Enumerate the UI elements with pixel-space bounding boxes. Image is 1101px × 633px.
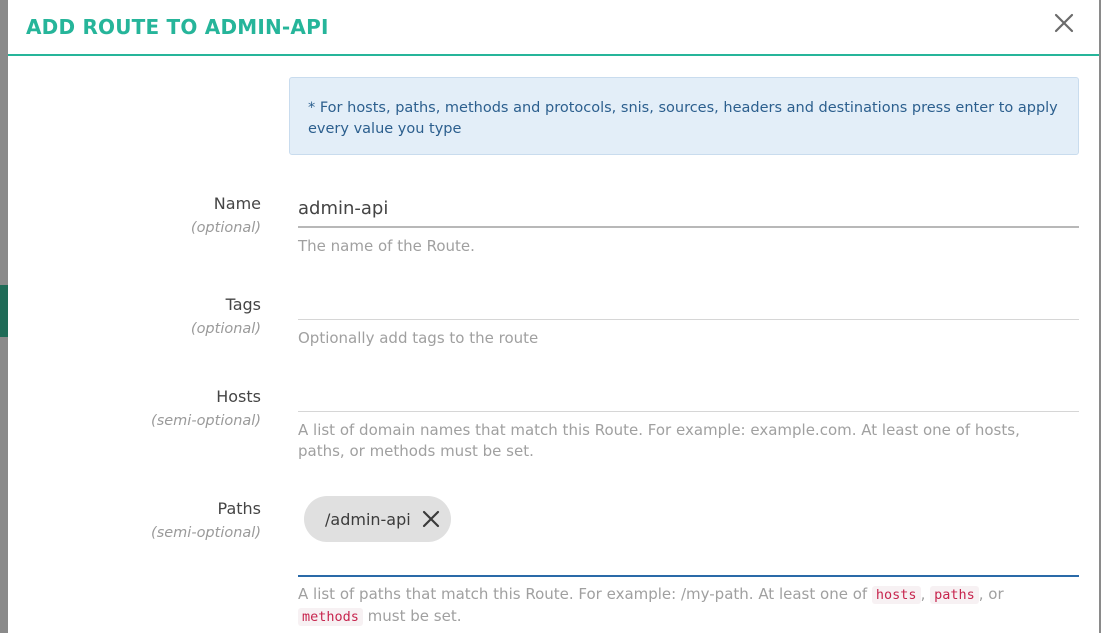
- hosts-sublabel: (semi-optional): [151, 413, 261, 429]
- tags-help-text: Optionally add tags to the route: [298, 329, 539, 347]
- code-methods: methods: [298, 608, 363, 626]
- tags-sublabel: (optional): [190, 321, 261, 337]
- paths-input-underline: [298, 575, 1079, 577]
- name-sublabel: (optional): [190, 220, 261, 236]
- code-hosts: hosts: [871, 586, 921, 604]
- info-notice: * For hosts, paths, methods and protocol…: [289, 77, 1079, 155]
- paths-field-wrapper: [298, 545, 1079, 575]
- hosts-input-underline: [298, 411, 1079, 412]
- paths-help-prefix: A list of paths that match this Route. F…: [298, 585, 872, 603]
- name-input[interactable]: [298, 193, 1079, 223]
- paths-label: Paths: [217, 499, 261, 518]
- path-chip: /admin-api: [304, 496, 451, 542]
- tags-input-underline: [298, 319, 1079, 320]
- hosts-field-wrapper: [298, 380, 1079, 410]
- hosts-help-text: A list of domain names that match this R…: [298, 421, 1020, 460]
- close-icon: [1054, 13, 1074, 33]
- hosts-input[interactable]: [298, 380, 1079, 410]
- paths-help-sep-1: ,: [920, 585, 931, 603]
- paths-help-text: A list of paths that match this Route. F…: [298, 584, 1068, 628]
- tags-label: Tags: [225, 295, 261, 314]
- close-button[interactable]: [1050, 9, 1078, 37]
- paths-help-sep-2: , or: [978, 585, 1004, 603]
- paths-sublabel: (semi-optional): [151, 525, 261, 541]
- name-help-text: The name of the Route.: [298, 237, 475, 255]
- path-chip-label: /admin-api: [325, 509, 411, 529]
- add-route-modal: ADD ROUTE TO ADMIN-API * For hosts, path…: [8, 0, 1099, 633]
- tags-field-wrapper: [298, 288, 1079, 318]
- paths-input[interactable]: [298, 545, 1079, 575]
- hosts-label: Hosts: [216, 387, 261, 406]
- name-label: Name: [213, 194, 261, 213]
- name-input-underline: [298, 226, 1079, 228]
- name-field-wrapper: [298, 193, 1079, 223]
- modal-header: ADD ROUTE TO ADMIN-API: [8, 0, 1099, 56]
- background-accent-bar: [0, 285, 8, 337]
- modal-title: ADD ROUTE TO ADMIN-API: [26, 15, 329, 39]
- tags-input[interactable]: [298, 288, 1079, 318]
- chip-remove-icon[interactable]: [421, 509, 441, 529]
- code-paths: paths: [930, 586, 979, 604]
- paths-help-suffix: must be set.: [362, 607, 462, 625]
